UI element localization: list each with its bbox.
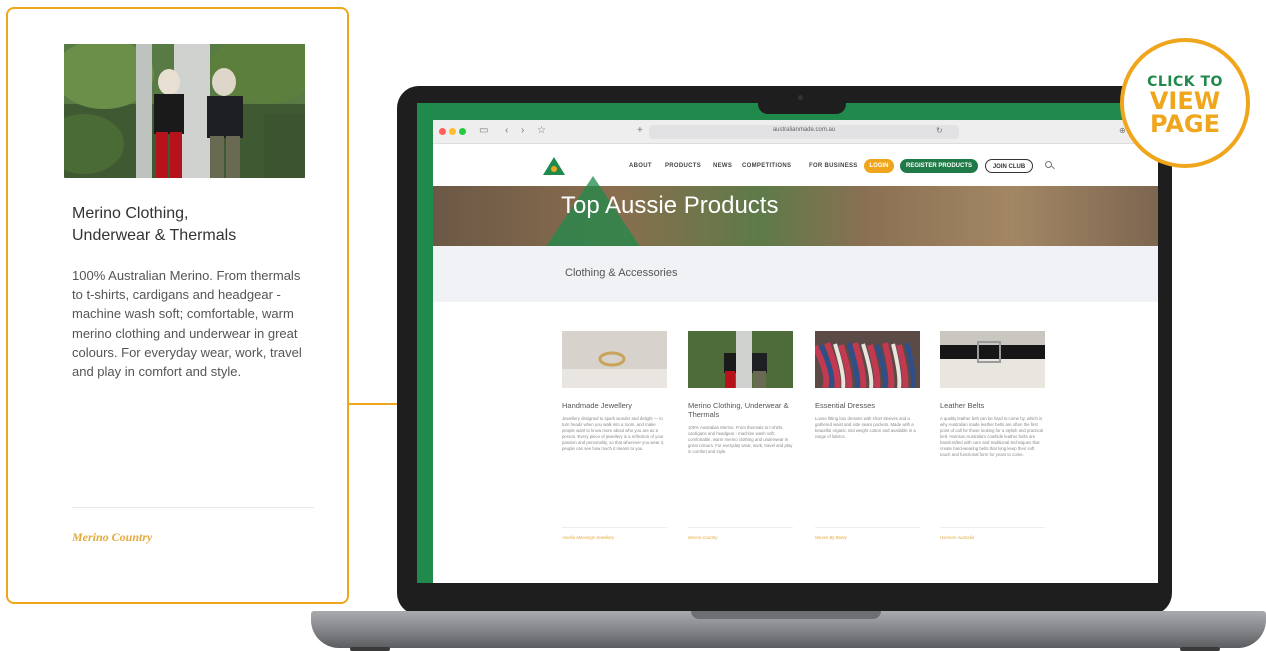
product-callout-card[interactable]: Merino Clothing, Underwear & Thermals 10…: [6, 7, 349, 604]
product-card[interactable]: Essential Dresses Loose fitting box dres…: [815, 331, 920, 540]
callout-divider: [72, 507, 314, 508]
browser-window[interactable]: ▭ ‹ › ☆ + australianmade.com.au ↻ ⊕ ABOU…: [433, 120, 1158, 583]
card-description: Loose fitting box dresses with short sle…: [815, 416, 916, 439]
search-icon[interactable]: [1045, 161, 1052, 168]
product-card[interactable]: Merino Clothing, Underwear & Thermals 10…: [688, 331, 793, 540]
laptop-foot-right: [1180, 647, 1220, 651]
stage: Merino Clothing, Underwear & Thermals 10…: [0, 0, 1266, 651]
card-description: A quality leather belt can be hard to co…: [940, 416, 1043, 457]
card-divider: [940, 527, 1045, 528]
nav-news[interactable]: NEWS: [713, 163, 732, 169]
dresses-image: [815, 331, 920, 388]
click-to-view-page-button[interactable]: CLICK TO VIEW PAGE: [1120, 38, 1250, 168]
reload-icon[interactable]: ↻: [936, 125, 943, 137]
card-title: Merino Clothing, Underwear & Thermals: [688, 401, 789, 419]
card-title: Essential Dresses: [815, 401, 876, 410]
card-divider: [688, 527, 793, 528]
camera-icon: [798, 95, 803, 100]
address-bar[interactable]: australianmade.com.au: [649, 125, 959, 139]
laptop-foot-left: [350, 647, 390, 651]
maximize-window-icon[interactable]: [459, 128, 466, 135]
merino-image: [688, 331, 793, 388]
laptop-notch: [758, 88, 846, 114]
leather-belt-image: [940, 331, 1045, 388]
hero-banner: Top Aussie Products: [433, 176, 1158, 266]
close-window-icon[interactable]: [439, 128, 446, 135]
laptop-hinge-lip: [691, 611, 881, 619]
register-products-button[interactable]: REGISTER PRODUCTS: [900, 159, 978, 173]
join-club-button[interactable]: JOIN CLUB: [985, 159, 1033, 173]
new-tab-plus-icon[interactable]: +: [637, 125, 643, 137]
back-arrow-icon[interactable]: ‹: [505, 125, 508, 137]
nav-for-business[interactable]: FOR BUSINESS: [809, 163, 858, 169]
card-divider: [815, 527, 920, 528]
card-title: Handmade Jewellery: [562, 401, 633, 410]
card-brand-link[interactable]: Merino Country: [688, 535, 717, 540]
card-divider: [562, 527, 667, 528]
laptop-base: [311, 611, 1266, 648]
address-bar-url: australianmade.com.au: [772, 127, 836, 133]
forward-arrow-icon[interactable]: ›: [521, 125, 524, 137]
card-brand-link[interactable]: Harrison Australia: [940, 535, 974, 540]
nav-products[interactable]: PRODUCTS: [665, 163, 701, 169]
category-band: Clothing & Accessories: [433, 246, 1158, 302]
card-title: Leather Belts: [940, 401, 985, 410]
callout-title-line-1: Merino Clothing,: [72, 205, 189, 222]
badge-line-3: PAGE: [1149, 110, 1221, 138]
logo-kangaroo-accent: [551, 166, 557, 172]
sidebar-toggle-icon[interactable]: ▭: [479, 125, 488, 137]
card-description: Jewellery designed to spark wonder and d…: [562, 416, 665, 451]
callout-description: 100% Australian Merino. From thermals to…: [72, 268, 302, 380]
login-button[interactable]: LOGIN: [864, 159, 894, 173]
nav-about[interactable]: ABOUT: [629, 163, 652, 169]
page-title: Top Aussie Products: [561, 192, 779, 219]
product-card[interactable]: Leather Belts A quality leather belt can…: [940, 331, 1045, 540]
nav-competitions[interactable]: COMPETITIONS: [742, 163, 791, 169]
product-card[interactable]: Handmade Jewellery Jewellery designed to…: [562, 331, 667, 540]
callout-title-line-2: Underwear & Thermals: [72, 227, 237, 244]
shield-icon[interactable]: ☆: [537, 125, 546, 137]
minimize-window-icon[interactable]: [449, 128, 456, 135]
card-description: 100% Australian Merino. From thermals to…: [688, 425, 793, 454]
card-brand-link[interactable]: Woven By Bonty: [815, 535, 847, 540]
jewellery-image: [562, 331, 667, 388]
callout-brand-link[interactable]: Merino Country: [72, 530, 152, 545]
browser-toolbar: ▭ ‹ › ☆ + australianmade.com.au ↻ ⊕: [433, 120, 1158, 144]
merino-product-photo: [64, 44, 305, 178]
callout-title: Merino Clothing, Underwear & Thermals: [72, 203, 312, 247]
category-title: Clothing & Accessories: [565, 267, 678, 279]
card-brand-link[interactable]: Amelia Meanings Jewellery: [562, 535, 614, 540]
